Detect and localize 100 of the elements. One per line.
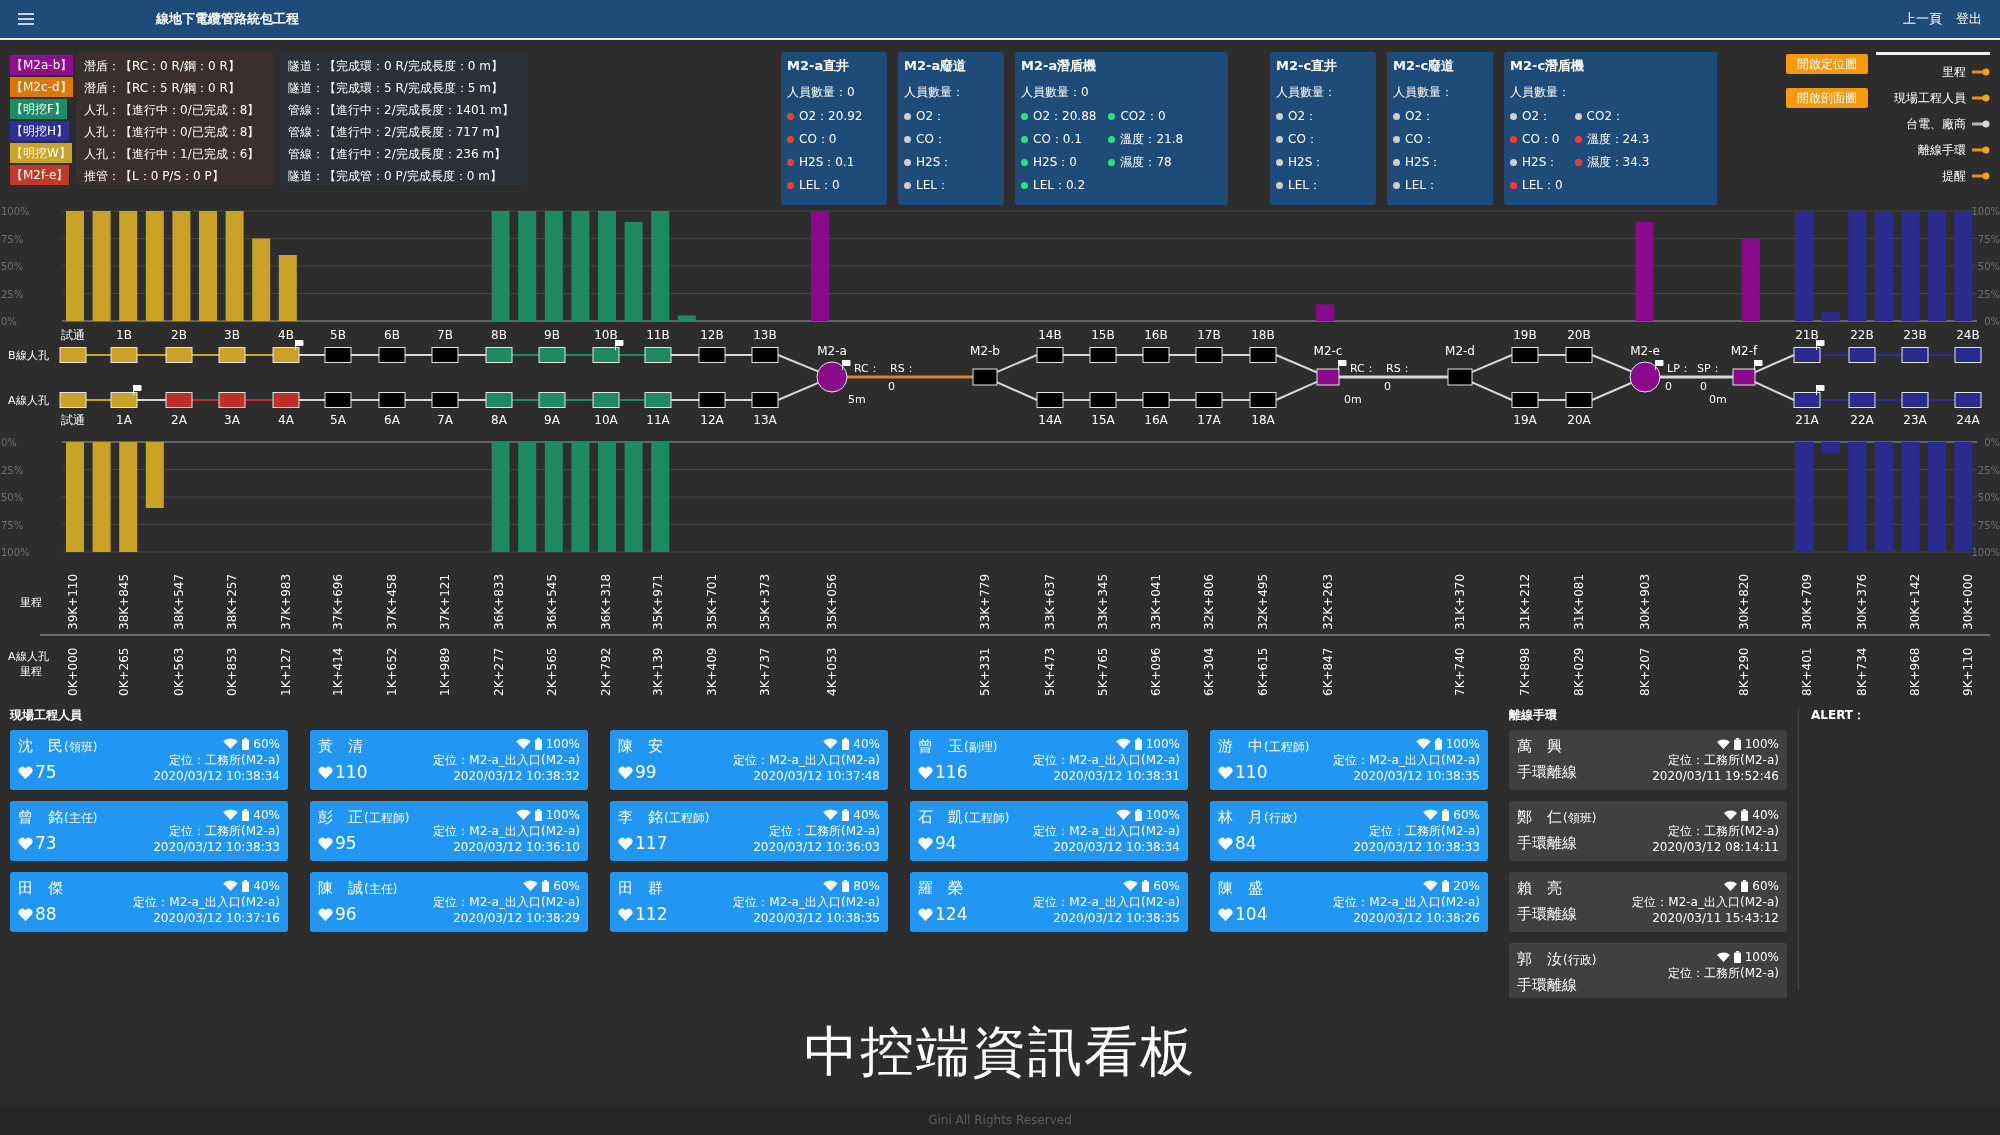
- shaft-node[interactable]: [1629, 361, 1661, 393]
- manhole-node[interactable]: [1511, 392, 1539, 408]
- axis-tick: 25%: [1977, 288, 2000, 300]
- mileage-label: 36K+545: [545, 573, 559, 630]
- shaft-node[interactable]: [1316, 368, 1340, 386]
- manhole-label: 15A: [1091, 413, 1115, 427]
- manhole-node[interactable]: [485, 392, 513, 408]
- manhole-node[interactable]: [644, 392, 672, 408]
- manhole-node[interactable]: [1511, 347, 1539, 363]
- manhole-node[interactable]: [1036, 347, 1064, 363]
- manhole-node[interactable]: [1249, 347, 1277, 363]
- battery-percent: 60%: [253, 736, 280, 751]
- manhole-node[interactable]: [592, 347, 620, 363]
- axis-tick: 25%: [1, 288, 24, 300]
- manhole-node[interactable]: [698, 347, 726, 363]
- manhole-node[interactable]: [110, 347, 138, 363]
- mileage-label: 1K+989: [438, 647, 452, 696]
- manhole-node[interactable]: [592, 392, 620, 408]
- manhole-node[interactable]: [218, 347, 246, 363]
- manhole-node[interactable]: [272, 347, 300, 363]
- menu-icon[interactable]: [18, 13, 34, 25]
- manhole-node[interactable]: [165, 347, 193, 363]
- manhole-node[interactable]: [1195, 392, 1223, 408]
- timestamp: 2020/03/12 10:38:35: [753, 910, 880, 926]
- manhole-node[interactable]: [1954, 392, 1982, 408]
- location-text: 定位：M2-a_出入口(M2-a): [1033, 894, 1180, 910]
- shaft-label: M2-c: [1313, 344, 1343, 358]
- manhole-node[interactable]: [751, 347, 779, 363]
- manhole-node[interactable]: [378, 347, 406, 363]
- manhole-node[interactable]: [538, 392, 566, 408]
- manhole-node[interactable]: [1565, 347, 1593, 363]
- nav-link[interactable]: 登出: [1956, 10, 1982, 28]
- battery-percent: 60%: [1153, 878, 1180, 893]
- manhole-node[interactable]: [1195, 347, 1223, 363]
- track-line: [1819, 399, 1850, 401]
- staff-count: 人員數量：: [1276, 84, 1337, 101]
- manhole-node[interactable]: [1848, 392, 1876, 408]
- layer-toggle[interactable]: [1972, 120, 1990, 128]
- mileage-label: 3K+737: [758, 647, 772, 696]
- manhole-node[interactable]: [1142, 347, 1170, 363]
- layer-toggle[interactable]: [1972, 94, 1990, 102]
- staff-name: 萬 興: [1517, 737, 1562, 756]
- shaft-node[interactable]: [816, 361, 848, 393]
- manhole-node[interactable]: [218, 392, 246, 408]
- shaft-node[interactable]: [1732, 368, 1756, 386]
- manhole-node[interactable]: [1142, 392, 1170, 408]
- progress-text: 管線：【進行中：2/完成長度：1401 m】: [288, 102, 515, 119]
- battery-icon: [1134, 808, 1142, 821]
- manhole-node[interactable]: [1901, 347, 1929, 363]
- heart-icon: [318, 907, 333, 921]
- manhole-node[interactable]: [1249, 392, 1277, 408]
- manhole-node[interactable]: [644, 347, 672, 363]
- staff-role: (主任): [364, 881, 398, 898]
- signal-icon: [223, 809, 239, 820]
- manhole-node[interactable]: [1089, 347, 1117, 363]
- manhole-node[interactable]: [485, 347, 513, 363]
- manhole-node[interactable]: [1793, 347, 1821, 363]
- signal-icon: [1716, 951, 1730, 962]
- shaft-node[interactable]: [1447, 368, 1473, 386]
- manhole-node[interactable]: [1954, 347, 1982, 363]
- shaft-note: 0m: [1344, 393, 1362, 406]
- layer-toggle[interactable]: [1972, 172, 1990, 180]
- manhole-node[interactable]: [538, 347, 566, 363]
- layer-toggle[interactable]: [1972, 146, 1990, 154]
- manhole-node[interactable]: [698, 392, 726, 408]
- staff-name: 陳 誠: [318, 879, 363, 898]
- manhole-node[interactable]: [1901, 392, 1929, 408]
- mileage-label: 5K+473: [1043, 647, 1057, 696]
- mileage-label: 1K+414: [331, 647, 345, 696]
- manhole-node[interactable]: [378, 392, 406, 408]
- progress-bar: [1821, 312, 1840, 321]
- track-line: [777, 381, 820, 401]
- manhole-label: 13A: [753, 413, 777, 427]
- manhole-node[interactable]: [751, 392, 779, 408]
- staff-count: 人員數量：: [1510, 84, 1571, 101]
- manhole-node[interactable]: [1089, 392, 1117, 408]
- manhole-node[interactable]: [1565, 392, 1593, 408]
- mileage-label: 30K+820: [1737, 573, 1751, 630]
- signal-icon: [1123, 880, 1139, 891]
- staff-role: (領班): [1563, 810, 1597, 827]
- track-line: [1753, 380, 1795, 401]
- manhole-node[interactable]: [431, 347, 459, 363]
- nav-link[interactable]: 上一頁: [1903, 10, 1942, 28]
- manhole-node[interactable]: [1036, 392, 1064, 408]
- mileage-label: 36K+318: [599, 573, 613, 630]
- manhole-node[interactable]: [165, 392, 193, 408]
- track-line: [1168, 354, 1197, 356]
- manhole-node[interactable]: [431, 392, 459, 408]
- sensor-reading: LEL：: [916, 177, 949, 194]
- manhole-node[interactable]: [272, 392, 300, 408]
- manhole-node[interactable]: [324, 347, 352, 363]
- manhole-node[interactable]: [1848, 347, 1876, 363]
- manhole-node[interactable]: [324, 392, 352, 408]
- manhole-node[interactable]: [110, 392, 138, 408]
- manhole-node[interactable]: [59, 392, 87, 408]
- shaft-node[interactable]: [972, 368, 998, 386]
- manhole-node[interactable]: [1793, 392, 1821, 408]
- layer-toggle[interactable]: [1972, 68, 1990, 76]
- track-line: [724, 354, 753, 356]
- manhole-node[interactable]: [59, 347, 87, 363]
